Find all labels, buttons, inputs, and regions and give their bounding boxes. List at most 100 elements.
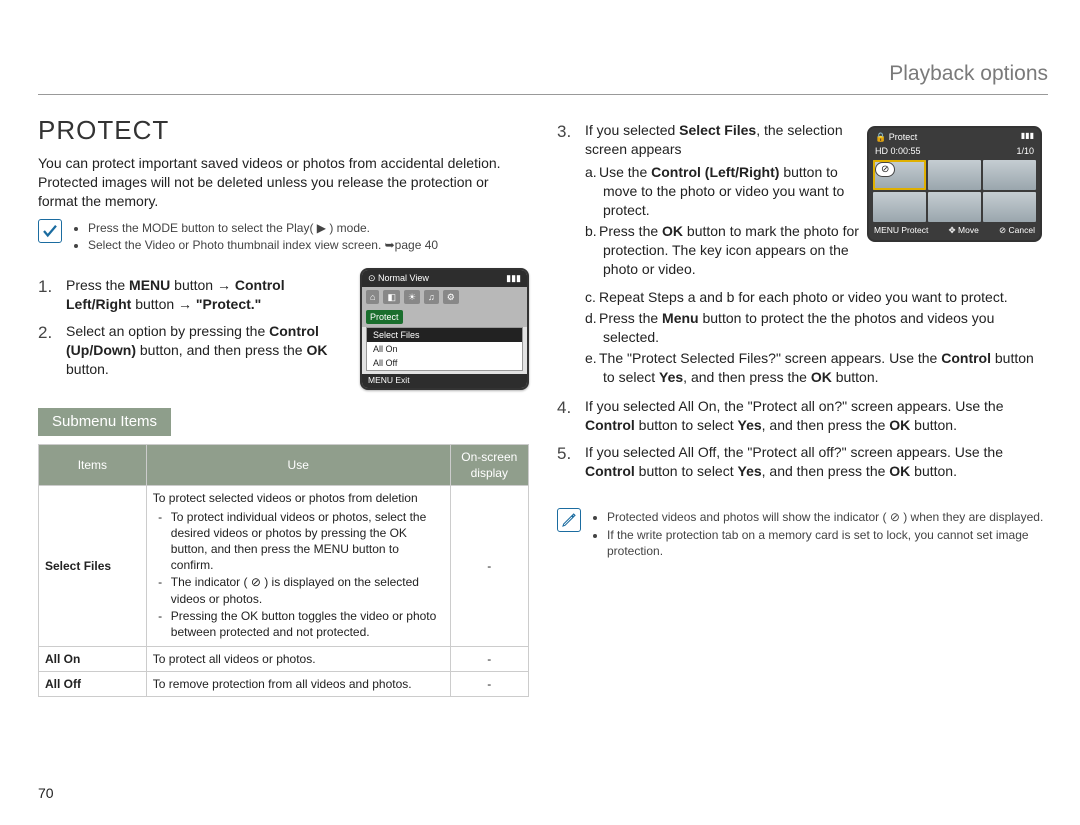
t: OK bbox=[889, 417, 910, 433]
cell-item: All Off bbox=[45, 677, 81, 691]
t: Select Files bbox=[679, 122, 756, 138]
thumb bbox=[983, 192, 1036, 222]
page-number: 70 bbox=[38, 784, 54, 803]
intro-text: You can protect important saved videos o… bbox=[38, 154, 529, 211]
table-row: All Off To remove protection from all vi… bbox=[39, 672, 529, 697]
lcd1-m2: All On bbox=[367, 342, 522, 356]
t: If you selected bbox=[585, 122, 679, 138]
lcd1-footer: MENU Exit bbox=[362, 374, 527, 387]
pre-note-item: Select the Video or Photo thumbnail inde… bbox=[88, 237, 438, 253]
cell-item: All On bbox=[45, 652, 80, 666]
cell-use: To remove protection from all videos and… bbox=[146, 672, 450, 697]
t: , and then press the bbox=[762, 463, 890, 479]
lcd2-f2: ✥ Move bbox=[949, 225, 979, 236]
table-row: Select Files To protect selected videos … bbox=[39, 486, 529, 647]
step-number: 1. bbox=[38, 276, 56, 314]
step-2: 2. Select an option by pressing the Cont… bbox=[38, 322, 350, 379]
pre-note-item: Press the MODE button to select the Play… bbox=[88, 220, 438, 236]
pencil-icon bbox=[557, 508, 581, 532]
page-title: PROTECT bbox=[38, 113, 529, 148]
cell-use: To protect all videos or photos. bbox=[146, 647, 450, 672]
t: Yes bbox=[738, 463, 762, 479]
substep-d: d.Press the Menu button to protect the t… bbox=[585, 309, 1048, 347]
t: Select an option by pressing the bbox=[66, 323, 269, 339]
substep-e: e.The "Protect Selected Files?" screen a… bbox=[585, 349, 1048, 387]
t: button → bbox=[170, 277, 235, 293]
thumb bbox=[873, 192, 926, 222]
thumb bbox=[928, 192, 981, 222]
info-note-list: Protected videos and photos will show th… bbox=[591, 508, 1048, 560]
th-items: Items bbox=[39, 445, 147, 486]
lcd-protect-thumbnails: 🔒 Protect ▮▮▮ HD 0:00:55 1/10 ⊘ MENU Pro… bbox=[867, 126, 1042, 242]
info-note-item: If the write protection tab on a memory … bbox=[607, 527, 1048, 559]
lcd2-title: 🔒 Protect bbox=[875, 131, 917, 143]
t: "Protect." bbox=[196, 296, 261, 312]
step-5: 5. If you selected All Off, the "Protect… bbox=[557, 443, 1048, 481]
t: button. bbox=[910, 463, 957, 479]
t: Press the bbox=[66, 277, 129, 293]
t: Control bbox=[585, 417, 635, 433]
t: button, and then press the bbox=[136, 342, 306, 358]
check-icon bbox=[38, 219, 62, 243]
lcd2-count: 1/10 bbox=[1016, 145, 1034, 157]
bullet: The indicator ( ⊘ ) is displayed on the … bbox=[169, 574, 444, 606]
step-number: 5. bbox=[557, 443, 575, 481]
t: Control bbox=[585, 463, 635, 479]
bullet: Pressing the OK button toggles the video… bbox=[169, 608, 444, 640]
lcd2-f3: ⊘ Cancel bbox=[999, 225, 1035, 236]
cell-item: Select Files bbox=[45, 559, 111, 573]
steps-1-2-row: 1. Press the MENU button → Control Left/… bbox=[38, 268, 529, 389]
step-3-cont: c.Repeat Steps a and b for each photo or… bbox=[557, 284, 1048, 388]
left-column: PROTECT You can protect important saved … bbox=[38, 113, 529, 697]
lcd1-m1: Select Files bbox=[367, 328, 522, 342]
lcd2-grid: ⊘ bbox=[871, 158, 1038, 224]
step-4: 4. If you selected All On, the "Protect … bbox=[557, 397, 1048, 435]
submenu-table: Items Use On-screen display Select Files… bbox=[38, 444, 529, 697]
info-note: Protected videos and photos will show th… bbox=[557, 508, 1048, 560]
substep-b: b.Press the OK button to mark the photo … bbox=[585, 222, 863, 279]
page: Playback options 🔒 Protect ▮▮▮ HD 0:00:5… bbox=[0, 0, 1080, 825]
t: button → bbox=[131, 296, 196, 312]
thumb bbox=[983, 160, 1036, 190]
t: If you selected All On, the "Protect all… bbox=[585, 398, 1004, 414]
t: button to select bbox=[635, 463, 738, 479]
t: button. bbox=[910, 417, 957, 433]
lcd1-m3: All Off bbox=[367, 356, 522, 370]
t: Yes bbox=[738, 417, 762, 433]
lcd1-title: Normal View bbox=[378, 273, 429, 283]
t: If you selected All Off, the "Protect al… bbox=[585, 444, 1003, 460]
header-title: Playback options bbox=[889, 62, 1048, 85]
th-use: Use bbox=[146, 445, 450, 486]
lcd2-f1: MENU Protect bbox=[874, 225, 928, 236]
lcd2-time: HD 0:00:55 bbox=[875, 145, 921, 157]
step-number: 3. bbox=[557, 121, 575, 280]
substep-c: c.Repeat Steps a and b for each photo or… bbox=[585, 288, 1048, 307]
t: , and then press the bbox=[762, 417, 890, 433]
bullet: To protect individual videos or photos, … bbox=[169, 509, 444, 574]
substep-a: a.Use the Control (Left/Right) button to… bbox=[585, 163, 863, 220]
info-note-item: Protected videos and photos will show th… bbox=[607, 509, 1048, 525]
cell-display: - bbox=[450, 647, 528, 672]
cell-display: - bbox=[450, 486, 528, 647]
cell-use: To protect selected videos or photos fro… bbox=[146, 486, 450, 647]
pre-note: Press the MODE button to select the Play… bbox=[38, 219, 529, 254]
step-number: 2. bbox=[38, 322, 56, 379]
section-header: Playback options bbox=[38, 60, 1048, 95]
t: OK bbox=[306, 342, 327, 358]
thumb bbox=[928, 160, 981, 190]
lcd-menu: ⊙ Normal View▮▮▮ ⌂◧☀♫⚙ Protect Select Fi… bbox=[360, 268, 529, 389]
lcd1-tab: Protect bbox=[366, 310, 403, 324]
table-row: All On To protect all videos or photos. … bbox=[39, 647, 529, 672]
t: button to select bbox=[635, 417, 738, 433]
submenu-heading: Submenu Items bbox=[38, 408, 171, 436]
step-number: 4. bbox=[557, 397, 575, 435]
thumb-selected: ⊘ bbox=[873, 160, 926, 190]
cell-display: - bbox=[450, 672, 528, 697]
t: OK bbox=[889, 463, 910, 479]
t: button. bbox=[66, 361, 109, 377]
t: To protect selected videos or photos fro… bbox=[153, 491, 418, 505]
t: MENU bbox=[129, 277, 170, 293]
step-1: 1. Press the MENU button → Control Left/… bbox=[38, 276, 350, 314]
th-display: On-screen display bbox=[450, 445, 528, 486]
pre-note-list: Press the MODE button to select the Play… bbox=[72, 219, 438, 254]
